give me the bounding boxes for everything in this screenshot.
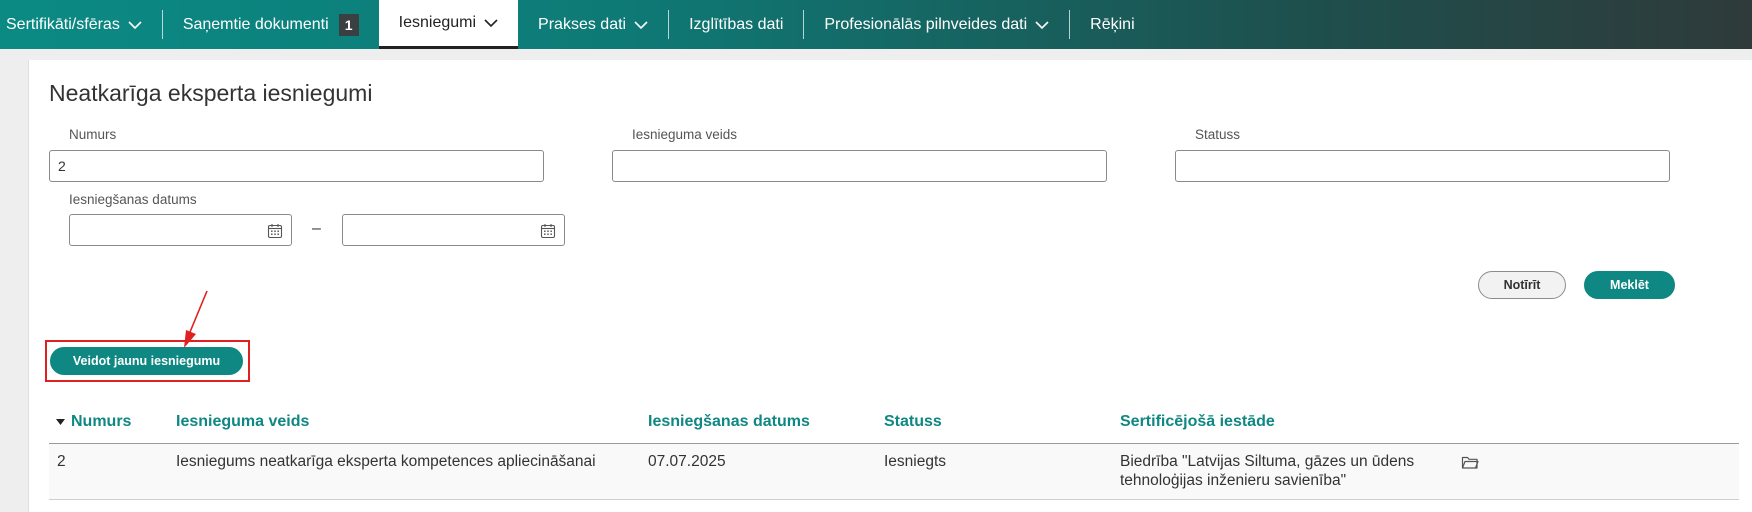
nav-item-label: Profesionālās pilnveides dati bbox=[824, 15, 1028, 33]
date-from-input[interactable] bbox=[69, 214, 292, 246]
column-header-iesnieguma-veids[interactable]: Iesnieguma veids bbox=[176, 413, 309, 431]
top-navigation: Sertifikāti/sfēras Saņemtie dokumenti 1 … bbox=[0, 0, 1752, 49]
cell-numurs: 2 bbox=[57, 453, 66, 470]
calendar-icon[interactable] bbox=[540, 223, 556, 239]
sort-desc-icon[interactable] bbox=[56, 419, 65, 425]
nav-item-rekini[interactable]: Rēķini bbox=[1070, 0, 1154, 49]
folder-icon[interactable] bbox=[1461, 454, 1479, 470]
nav-item-izglitibas-dati[interactable]: Izglītības dati bbox=[669, 0, 803, 49]
column-header-iesniegsanas-datums[interactable]: Iesniegšanas datums bbox=[648, 413, 810, 431]
chevron-down-icon bbox=[484, 19, 498, 28]
page-title: Neatkarīga eksperta iesniegumi bbox=[49, 80, 373, 106]
column-header-numurs[interactable]: Numurs bbox=[71, 413, 131, 431]
statuss-label: Statuss bbox=[1195, 127, 1241, 142]
calendar-icon[interactable] bbox=[267, 223, 283, 239]
date-to-input[interactable] bbox=[342, 214, 565, 246]
cell-iestade-line1: Biedrība "Latvijas Siltuma, gāzes un ūde… bbox=[1120, 453, 1415, 470]
chevron-down-icon bbox=[1035, 20, 1049, 29]
nav-item-label: Rēķini bbox=[1090, 15, 1135, 33]
numurs-label: Numurs bbox=[69, 127, 117, 142]
chevron-down-icon bbox=[128, 20, 142, 29]
nav-item-label: Izglītības dati bbox=[689, 15, 784, 33]
nav-item-label: Prakses dati bbox=[538, 15, 627, 33]
cell-iestade-line2: tehnoloģijas inženieru savienība" bbox=[1120, 472, 1347, 489]
nav-item-profesionalas-pilnveides[interactable]: Profesionālās pilnveides dati bbox=[804, 0, 1069, 49]
search-button[interactable]: Meklēt bbox=[1584, 271, 1675, 299]
nav-item-sanemtie-dokumenti[interactable]: Saņemtie dokumenti 1 bbox=[163, 0, 379, 49]
statuss-select[interactable] bbox=[1175, 150, 1670, 182]
main-card: Neatkarīga eksperta iesniegumi Numurs Ie… bbox=[28, 60, 1752, 512]
cell-iesnieguma-veids: Iesniegums neatkarīga eksperta kompetenc… bbox=[176, 453, 596, 470]
nav-item-sertifikati[interactable]: Sertifikāti/sfēras bbox=[0, 0, 162, 49]
column-header-statuss[interactable]: Statuss bbox=[884, 413, 942, 431]
count-badge: 1 bbox=[338, 13, 359, 36]
cell-iesniegsanas-datums: 07.07.2025 bbox=[648, 453, 726, 470]
table-row-divider bbox=[49, 499, 1739, 500]
nav-item-label: Sertifikāti/sfēras bbox=[6, 15, 120, 33]
column-header-sertificejosa-iestade[interactable]: Sertificējošā iestāde bbox=[1120, 413, 1275, 431]
nav-item-iesniegumi[interactable]: Iesniegumi bbox=[378, 0, 519, 49]
nav-item-label: Saņemtie dokumenti bbox=[182, 15, 329, 33]
iesniegsanas-datums-label: Iesniegšanas datums bbox=[69, 192, 197, 207]
nav-item-label: Iesniegumi bbox=[398, 14, 477, 31]
iesnieguma-veids-select[interactable] bbox=[612, 150, 1107, 182]
create-new-submission-button[interactable]: Veidot jaunu iesniegumu bbox=[50, 347, 243, 375]
date-range-separator: – bbox=[312, 220, 321, 237]
nav-item-prakses-dati[interactable]: Prakses dati bbox=[518, 0, 668, 49]
cell-statuss: Iesniegts bbox=[884, 453, 947, 470]
cell-sertificejosa-iestade: Biedrība "Latvijas Siltuma, gāzes un ūde… bbox=[1120, 452, 1414, 490]
numurs-input[interactable]: 2 bbox=[49, 150, 544, 182]
iesnieguma-veids-label: Iesnieguma veids bbox=[632, 127, 738, 142]
clear-button[interactable]: Notīrīt bbox=[1478, 271, 1566, 299]
chevron-down-icon bbox=[634, 20, 648, 29]
